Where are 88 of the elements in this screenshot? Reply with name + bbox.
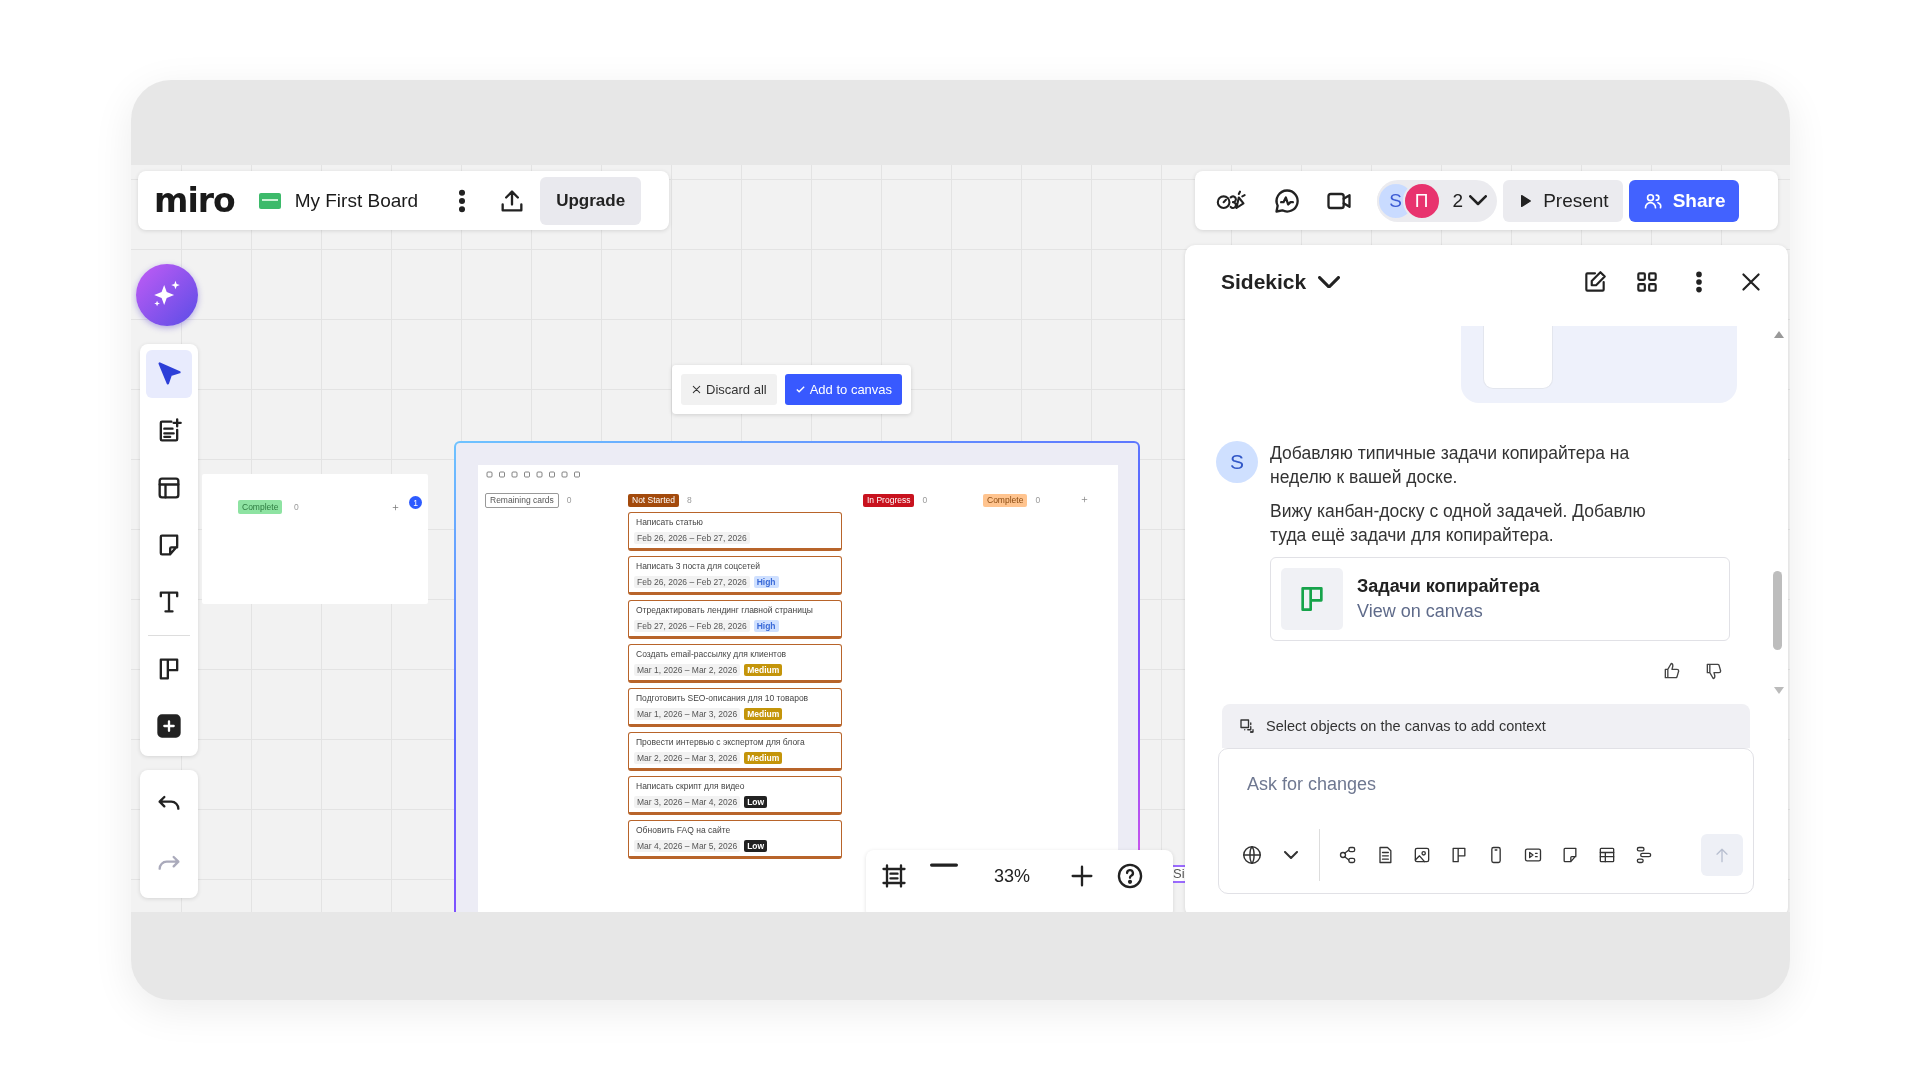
task-title: Провести интервью с экспертом для блога <box>635 737 806 749</box>
view-on-canvas-link[interactable]: View on canvas <box>1357 601 1540 622</box>
zoom-level[interactable]: 33% <box>976 866 1048 887</box>
task-title: Отредактировать лендинг главной страницы <box>635 605 814 617</box>
result-card[interactable]: Задачи копирайтера View on canvas <box>1270 557 1730 641</box>
task-title: Написать статью <box>635 517 704 529</box>
chevron-down-icon <box>1284 851 1298 859</box>
column-count: 0 <box>566 495 572 505</box>
collaborators-pill[interactable]: S П 2 <box>1376 179 1498 222</box>
miro-logo: miro <box>154 184 235 217</box>
task-card[interactable]: Провести интервью с экспертом для блога Mar 2, 2026 – Mar 3, 2026 Medium <box>628 732 842 772</box>
add-column-icon[interactable] <box>392 504 399 511</box>
task-card[interactable]: Написать статью Feb 26, 2026 – Feb 27, 2026 <box>628 512 842 552</box>
card-count: 0 <box>294 502 299 512</box>
chevron-down-icon <box>1469 195 1488 206</box>
panel-title[interactable]: Sidekick <box>1221 270 1307 294</box>
zoom-out-icon[interactable] <box>930 862 958 869</box>
check-icon <box>794 384 806 395</box>
share-button[interactable]: Share <box>1628 179 1740 222</box>
selection-icon <box>1238 717 1256 735</box>
result-title: Задачи копирайтера <box>1357 576 1540 597</box>
task-card[interactable]: Отредактировать лендинг главной страницы Feb 27, 2026 – Feb 28, 2026 High <box>628 600 842 640</box>
plus-square-icon <box>155 712 183 740</box>
table-icon[interactable] <box>1597 845 1617 865</box>
chevron-down-icon[interactable] <box>1318 275 1341 289</box>
sidekick-label: Si <box>1173 865 1185 883</box>
date-range: Feb 26, 2026 – Feb 27, 2026 <box>634 532 750 545</box>
arrow-cursor-tool[interactable] <box>146 350 192 398</box>
avatar: П <box>1402 181 1441 220</box>
assistant-avatar: S <box>1216 441 1258 483</box>
date-range: Mar 1, 2026 – Mar 3, 2026 <box>634 708 741 721</box>
grid-icon[interactable] <box>1634 269 1660 295</box>
ai-assistant-button[interactable] <box>136 264 198 326</box>
upgrade-button[interactable]: Upgrade <box>540 176 642 225</box>
task-title: Написать 3 поста для соцсетей <box>635 561 761 573</box>
column-count: 0 <box>922 495 928 505</box>
task-title: Написать скрипт для видео <box>635 781 746 793</box>
priority-tag: Medium <box>744 708 783 721</box>
image-icon[interactable] <box>1412 845 1432 865</box>
mind-map-icon[interactable] <box>1338 845 1358 865</box>
task-title: Обновить FAQ на сайте <box>635 825 732 837</box>
thumbs-up-icon[interactable] <box>1662 661 1682 681</box>
status-tag: Complete <box>238 500 283 514</box>
column-tag: In Progress <box>863 493 915 507</box>
task-card[interactable]: Написать 3 поста для соцсетей Feb 26, 2026 – Feb 27, 2026 High <box>628 556 842 596</box>
timeline-icon[interactable] <box>1634 845 1654 865</box>
priority-tag: Medium <box>744 752 783 765</box>
column-tag: Complete <box>983 493 1028 507</box>
priority-tag: Low <box>744 796 768 809</box>
user-count: 2 <box>1452 189 1464 212</box>
task-card[interactable]: Подготовить SEO-описания для 10 товаров Mar 1, 2026 – Mar 3, 2026 Medium <box>628 688 842 728</box>
board-icon <box>258 192 281 209</box>
task-title: Создать email-рассылку для клиентов <box>635 649 788 661</box>
priority-tag: Low <box>744 840 768 853</box>
prompt-input[interactable]: Ask for changes <box>1245 773 1729 796</box>
chat-icon[interactable] <box>1272 186 1301 215</box>
help-icon[interactable] <box>1116 862 1144 890</box>
globe-icon <box>1241 844 1263 866</box>
priority-tag: Medium <box>744 664 783 677</box>
discard-all-button[interactable]: Discard all <box>681 374 777 405</box>
task-card[interactable]: Написать скрипт для видео Mar 3, 2026 – Mar 4, 2026 Low <box>628 776 842 816</box>
task-card[interactable]: Обновить FAQ на сайте Mar 4, 2026 – Mar 5, 2026 Low <box>628 820 842 860</box>
date-range: Feb 27, 2026 – Feb 28, 2026 <box>634 620 750 633</box>
image-thumbnail <box>1483 326 1553 389</box>
message-text: Вижу канбан-доску с одной задачей. Добавлю туда ещё задачи для копирайтера. <box>1270 500 1647 547</box>
date-range: Mar 4, 2026 – Mar 5, 2026 <box>634 840 741 853</box>
present-button[interactable]: Present <box>1503 179 1623 222</box>
column-tag: Remaining cards <box>485 492 559 508</box>
thumbs-down-icon[interactable] <box>1704 661 1724 681</box>
add-to-canvas-button[interactable]: Add to canvas <box>784 374 903 405</box>
task-title: Подготовить SEO-описания для 10 товаров <box>635 693 810 705</box>
close-icon <box>691 384 702 395</box>
priority-tag: High <box>753 576 779 589</box>
column-tag: Not Started <box>628 493 679 507</box>
date-range: Mar 3, 2026 – Mar 4, 2026 <box>634 796 741 809</box>
fit-to-screen-icon[interactable] <box>880 862 908 890</box>
date-range: Feb 26, 2026 – Feb 27, 2026 <box>634 576 750 589</box>
column-count: 0 <box>1035 495 1041 505</box>
date-range: Mar 2, 2026 – Mar 3, 2026 <box>634 752 741 765</box>
column-count: 8 <box>687 495 692 505</box>
context-hint: Select objects on the canvas to add context <box>1266 718 1546 734</box>
message-text: Добавляю типичные задачи копирайтера на неделю к вашей доске. <box>1270 442 1631 489</box>
date-range: Mar 1, 2026 – Mar 2, 2026 <box>634 664 741 677</box>
task-card[interactable]: Создать email-рассылку для клиентов Mar 1, 2026 – Mar 2, 2026 Medium <box>628 644 842 684</box>
new-chat-icon[interactable] <box>1582 269 1608 295</box>
priority-tag: High <box>753 620 779 633</box>
board-name[interactable]: My First Board <box>294 189 419 212</box>
notification-badge: 1 <box>409 496 422 509</box>
